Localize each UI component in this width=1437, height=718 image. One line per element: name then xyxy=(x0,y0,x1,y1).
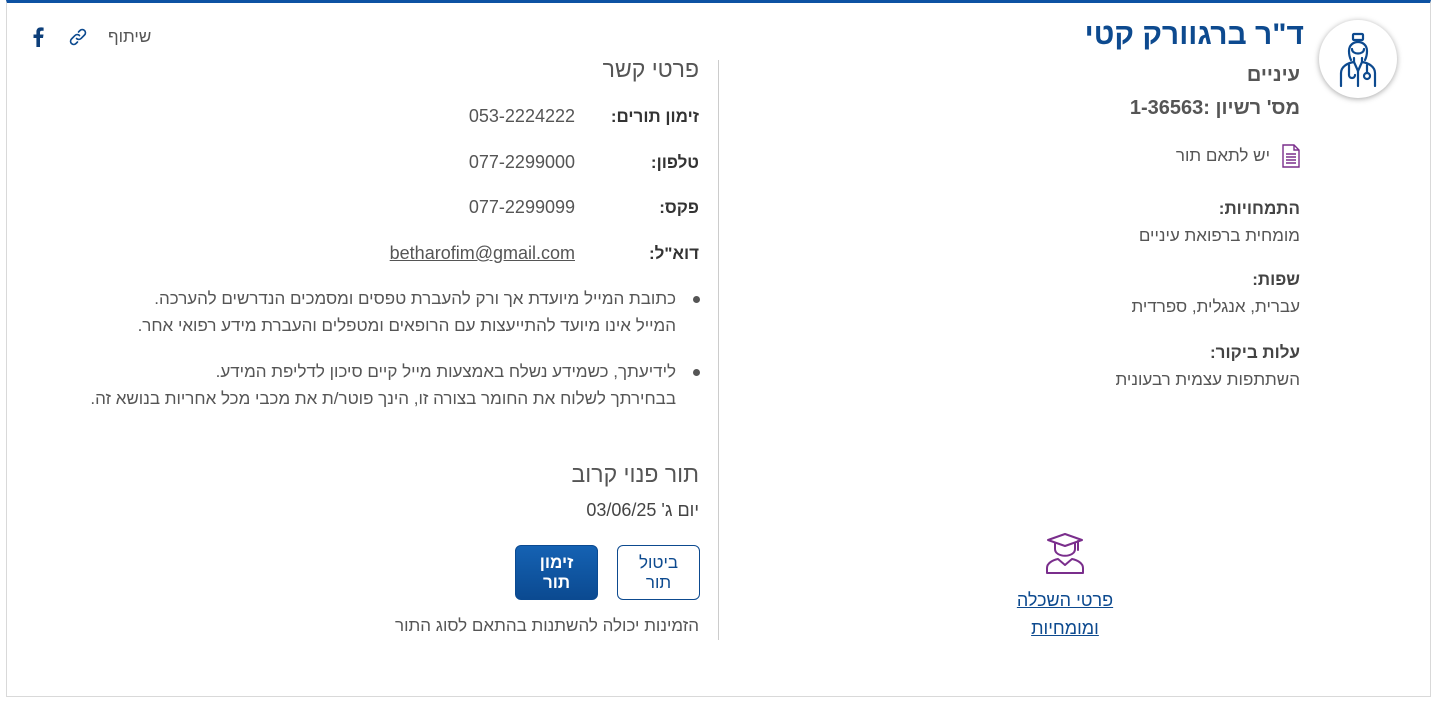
note-line: בבחירתך לשלוח את החומר בצורה זו, הינך פו… xyxy=(90,388,676,408)
note-item: כתובת המייל מיועדת אך ורק להעברת טפסים ו… xyxy=(40,286,700,339)
visit-cost-title: עלות ביקור: xyxy=(1210,343,1300,362)
graduation-icon xyxy=(1044,532,1086,579)
email-label: דוא"ל: xyxy=(648,244,699,263)
phone-value[interactable]: 077-2299000 xyxy=(469,152,575,173)
education-link-line2: ומומחיות xyxy=(1031,618,1099,638)
book-appointment-button[interactable]: זימון תור xyxy=(515,545,598,600)
phone-label: טלפון: xyxy=(650,153,699,172)
cancel-label-line1: ביטול xyxy=(638,552,679,572)
contact-section-title: פרטי קשר xyxy=(602,56,699,82)
link-icon[interactable] xyxy=(68,27,88,52)
facebook-icon[interactable] xyxy=(32,27,44,52)
book-label-line1: זימון xyxy=(539,552,574,572)
cancel-label-line2: תור xyxy=(645,572,672,592)
email-link[interactable]: betharofim@gmail.com xyxy=(390,243,575,264)
languages-value: עברית, אנגלית, ספרדית xyxy=(1131,297,1301,316)
appointment-note-text: יש לתאם תור xyxy=(1175,146,1270,165)
doctor-specialty: עיניים xyxy=(1246,64,1300,86)
note-line: המייל אינו מיועד להתייעצות עם הרופאים ומ… xyxy=(137,315,676,335)
email-notes: כתובת המייל מיועדת אך ורק להעברת טפסים ו… xyxy=(40,286,700,432)
specialties-value: מומחית ברפואת עיניים xyxy=(1138,226,1300,245)
note-item: לידיעתך, כשמידע נשלח באמצעות מייל קיים ס… xyxy=(40,359,700,412)
education-details-link[interactable]: פרטי השכלה ומומחיות xyxy=(985,586,1145,642)
specialties-title: התמחויות: xyxy=(1218,199,1300,218)
bullet xyxy=(693,369,700,376)
column-divider xyxy=(718,60,719,640)
share-label[interactable]: שיתוף xyxy=(108,27,151,47)
appointments-label: זימון תורים: xyxy=(610,107,699,126)
appointments-phone[interactable]: 053-2224222 xyxy=(469,106,575,127)
doctor-name: ד"ר ברגוורק קטי xyxy=(1084,18,1304,51)
fax-label: פקס: xyxy=(659,198,699,217)
note-line: כתובת המייל מיועדת אך ורק להעברת טפסים ו… xyxy=(154,289,676,308)
document-icon xyxy=(1282,144,1300,168)
education-link-line1: פרטי השכלה xyxy=(1016,590,1114,610)
next-appointment-title: תור פנוי קרוב xyxy=(571,461,699,487)
appointment-note: יש לתאם תור xyxy=(1176,144,1300,168)
bullet xyxy=(693,296,700,303)
cancel-appointment-button[interactable]: ביטול תור xyxy=(617,545,700,600)
note-line: לידיעתך, כשמידע נשלח באמצעות מייל קיים ס… xyxy=(215,362,676,381)
doctor-license: מס' רשיון :1-36563 xyxy=(1129,97,1300,119)
book-label-line2: תור xyxy=(542,572,571,592)
availability-note: הזמינות יכולה להשתנות בהתאם לסוג התור xyxy=(395,616,699,635)
languages-title: שפות: xyxy=(1252,270,1300,289)
visit-cost-value: השתתפות עצמית רבעונית xyxy=(1115,370,1300,389)
fax-value: 077-2299099 xyxy=(468,197,575,217)
next-appointment-date: יום ג' 03/06/25 xyxy=(586,500,699,520)
doctor-avatar-icon xyxy=(1319,20,1397,98)
